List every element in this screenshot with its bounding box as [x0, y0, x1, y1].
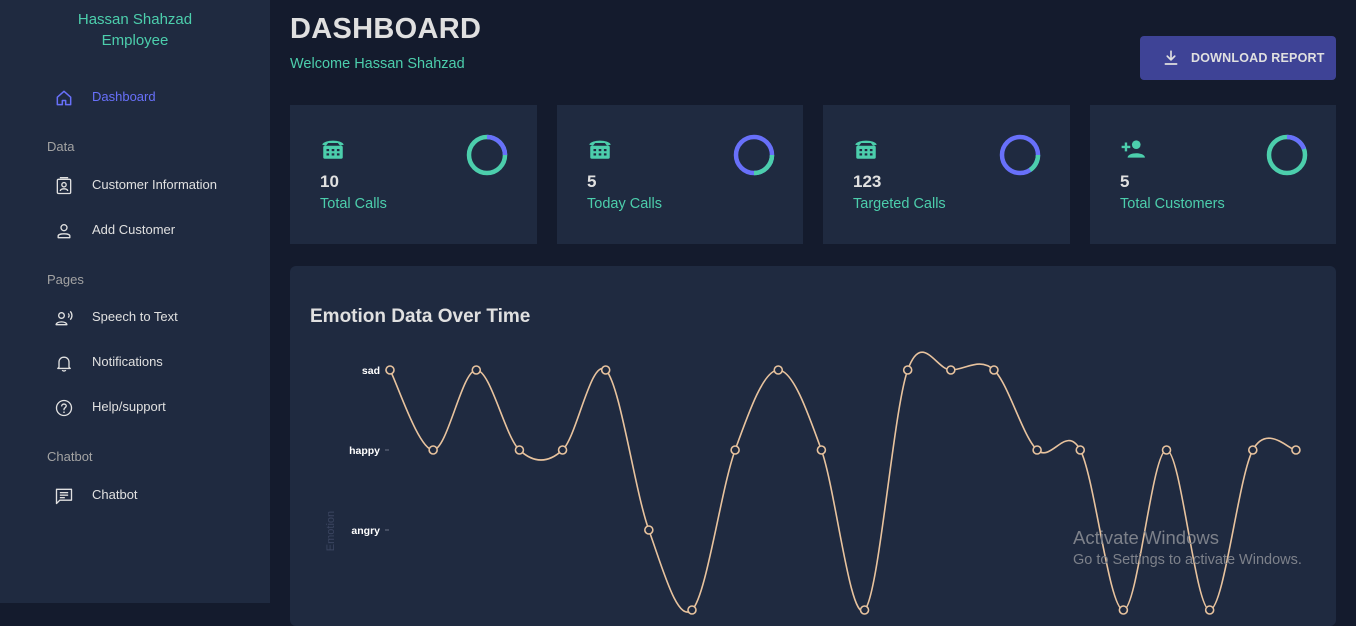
- data-point: [730, 445, 740, 455]
- data-point: [946, 365, 956, 375]
- help-icon: [55, 399, 73, 417]
- data-point: [989, 365, 999, 375]
- contact-card-icon: [56, 177, 72, 195]
- section-title-chatbot: Chatbot: [47, 449, 93, 464]
- section-title-data: Data: [47, 139, 75, 154]
- progress-ring: [733, 134, 775, 176]
- data-point: [1247, 445, 1258, 455]
- stat-label: Total Calls: [320, 196, 387, 212]
- data-point: [816, 445, 827, 455]
- data-point: [687, 605, 697, 615]
- section-title-pages: Pages: [47, 272, 84, 287]
- data-point: [1161, 445, 1172, 455]
- home-icon: [56, 90, 72, 106]
- sidebar-item-label: Chatbot: [92, 487, 138, 502]
- data-point: [557, 445, 568, 455]
- activate-windows-subtitle: Go to Settings to activate Windows.: [1073, 552, 1302, 568]
- download-report-button[interactable]: DOWNLOAD REPORT: [1140, 36, 1336, 80]
- progress-ring: [466, 134, 508, 176]
- phone-icon: [322, 140, 344, 159]
- data-point: [1118, 605, 1129, 615]
- sidebar-item-label: Dashboard: [92, 89, 156, 104]
- emotion-line-chart: Emotion angry happy sad: [325, 351, 1301, 615]
- stat-value: 10: [320, 172, 339, 191]
- page-subtitle: Welcome Hassan Shahzad: [290, 56, 465, 72]
- sidebar-item-chatbot[interactable]: Chatbot: [0, 477, 270, 513]
- sidebar-item-help-support[interactable]: Help/support: [0, 389, 270, 425]
- activate-windows-title: Activate Windows: [1073, 527, 1219, 548]
- data-point: [514, 445, 525, 455]
- person-add-icon: [1121, 140, 1145, 158]
- sidebar-item-speech-to-text[interactable]: Speech to Text: [0, 299, 270, 335]
- data-point: [1291, 445, 1301, 455]
- data-point: [471, 365, 482, 375]
- data-point: [902, 365, 913, 375]
- user-name: Hassan Shahzad: [77, 11, 193, 28]
- main-content: DASHBOARD Welcome Hassan Shahzad DOWNLOA…: [270, 0, 1356, 626]
- download-report-label: DOWNLOAD REPORT: [1191, 51, 1325, 65]
- sidebar-item-label: Speech to Text: [92, 309, 178, 324]
- progress-ring: [1266, 134, 1308, 176]
- y-axis-title: Emotion: [325, 511, 337, 551]
- y-tick-label-angry: angry: [351, 525, 380, 537]
- sidebar: Hassan Shahzad Employee Dashboard Data C…: [0, 0, 270, 603]
- sidebar-item-notifications[interactable]: Notifications: [0, 344, 270, 380]
- sidebar-item-label: Customer Information: [92, 177, 217, 192]
- sidebar-item-label: Add Customer: [92, 222, 176, 237]
- data-point: [644, 525, 654, 535]
- data-point: [385, 365, 395, 375]
- sidebar-item-customer-information[interactable]: Customer Information: [0, 167, 270, 203]
- progress-ring: [999, 134, 1041, 176]
- stat-label: Targeted Calls: [853, 196, 946, 212]
- stat-label: Total Customers: [1120, 196, 1225, 212]
- phone-icon: [589, 140, 611, 159]
- page-title: DASHBOARD: [290, 13, 482, 45]
- data-point: [1075, 445, 1086, 455]
- sidebar-item-label: Notifications: [92, 354, 163, 369]
- stat-card-today-calls: 5 Today Calls: [557, 105, 803, 244]
- stat-value: 5: [1120, 172, 1130, 191]
- download-icon: [1164, 50, 1178, 65]
- chat-icon: [55, 488, 73, 505]
- stat-value: 5: [587, 172, 597, 191]
- user-role: Employee: [101, 32, 169, 49]
- stat-value: 123: [853, 172, 882, 191]
- data-point: [859, 605, 870, 615]
- voice-icon: [55, 310, 73, 326]
- emotion-series-line: [389, 351, 1297, 613]
- sidebar-item-label: Help/support: [92, 399, 166, 414]
- stat-card-total-calls: 10 Total Calls: [290, 105, 537, 244]
- data-point: [428, 445, 438, 455]
- y-tick-label-happy: happy: [349, 445, 380, 457]
- bell-icon: [57, 356, 71, 372]
- sidebar-item-add-customer[interactable]: Add Customer: [0, 212, 270, 248]
- person-icon: [57, 224, 71, 239]
- phone-icon: [855, 140, 877, 159]
- stat-label: Today Calls: [587, 196, 662, 212]
- data-point: [1204, 605, 1215, 615]
- stat-card-targeted-calls: 123 Targeted Calls: [823, 105, 1070, 244]
- data-point: [773, 365, 784, 375]
- data-point: [1032, 445, 1042, 455]
- sidebar-item-dashboard[interactable]: Dashboard: [0, 79, 270, 115]
- emotion-chart-panel: Emotion Data Over Time Emotion angry happy…: [290, 266, 1336, 626]
- stat-card-total-customers: 5 Total Customers: [1090, 105, 1336, 244]
- y-tick-label-sad: sad: [362, 365, 380, 377]
- data-point: [600, 365, 611, 375]
